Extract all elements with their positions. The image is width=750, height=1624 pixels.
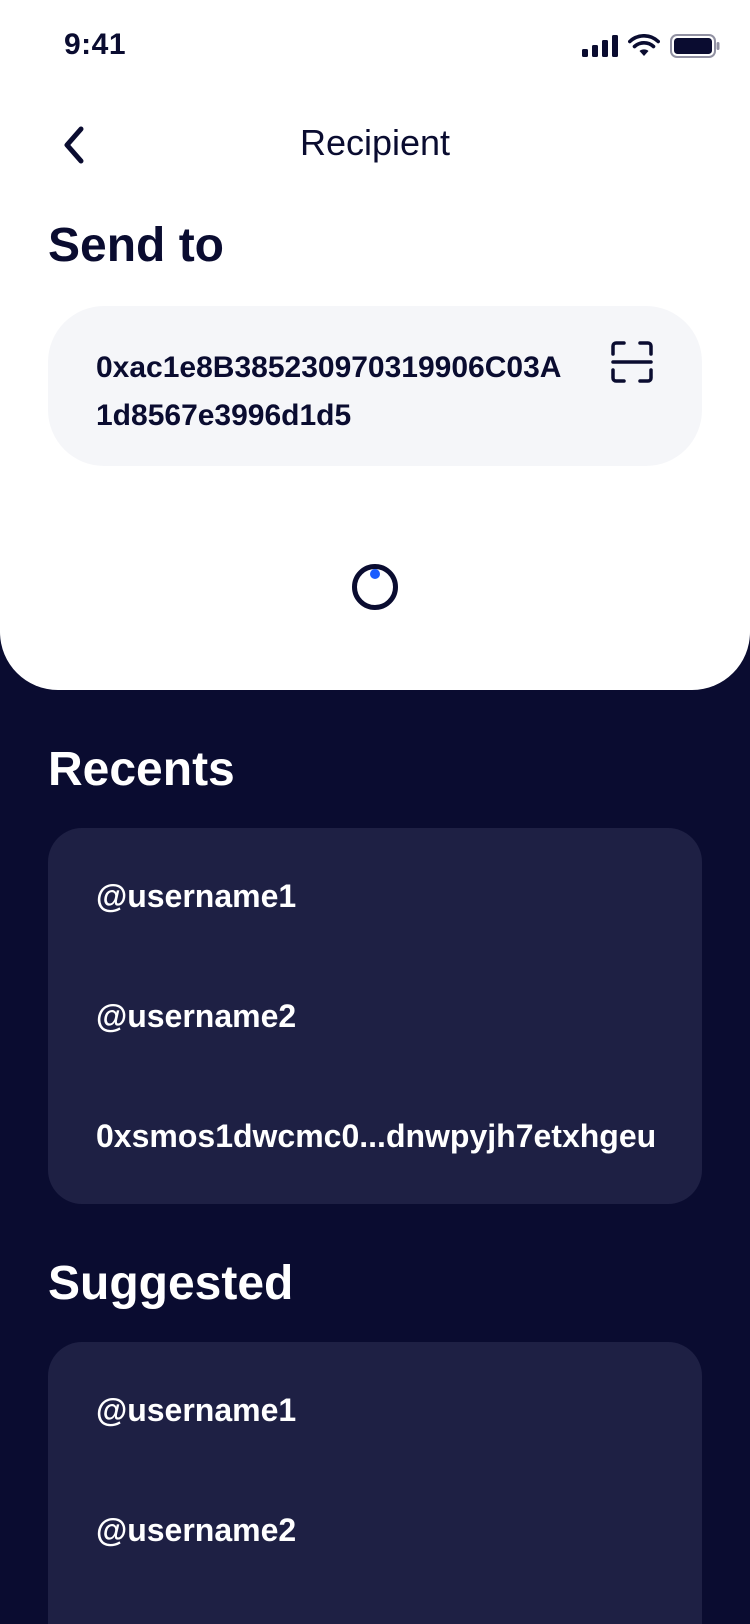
suggested-contact-item[interactable]: @username1: [96, 1392, 296, 1429]
suggested-heading: Suggested: [48, 1257, 294, 1310]
recent-contact-item[interactable]: @username2: [96, 998, 296, 1035]
scan-qr-button[interactable]: [610, 340, 654, 384]
navigation-bar: Recipient: [0, 110, 750, 180]
status-icons: [582, 34, 720, 58]
status-time: 9:41: [64, 28, 127, 61]
qr-scan-icon: [611, 341, 653, 383]
status-bar: 9:41: [0, 0, 750, 92]
recipient-address-value[interactable]: 0xac1e8B385230970319906C03A1d8567e3996d1…: [96, 344, 576, 440]
wifi-icon: [628, 34, 660, 56]
send-to-heading: Send to: [48, 219, 224, 272]
recent-contact-item[interactable]: 0xsmos1dwcmc0...dnwpyjh7etxhgeu: [96, 1118, 656, 1155]
loading-spinner-icon: [352, 564, 398, 610]
send-to-sheet: 9:41 Recipient Send to 0xac1e8B385230970…: [0, 0, 750, 690]
cellular-signal-icon: [582, 35, 618, 57]
suggested-contact-item[interactable]: @username2: [96, 1512, 296, 1549]
recipient-address-field[interactable]: 0xac1e8B385230970319906C03A1d8567e3996d1…: [48, 306, 702, 466]
recent-contact-item[interactable]: @username1: [96, 878, 296, 915]
battery-icon: [670, 34, 720, 58]
page-title: Recipient: [299, 122, 451, 163]
suggested-list: @username1 @username2: [48, 1342, 702, 1624]
recents-heading: Recents: [48, 743, 235, 796]
recipient-screen: 9:41 Recipient Send to 0xac1e8B385230970…: [0, 0, 750, 1624]
recents-list: @username1 @username2 0xsmos1dwcmc0...dn…: [48, 828, 702, 1204]
